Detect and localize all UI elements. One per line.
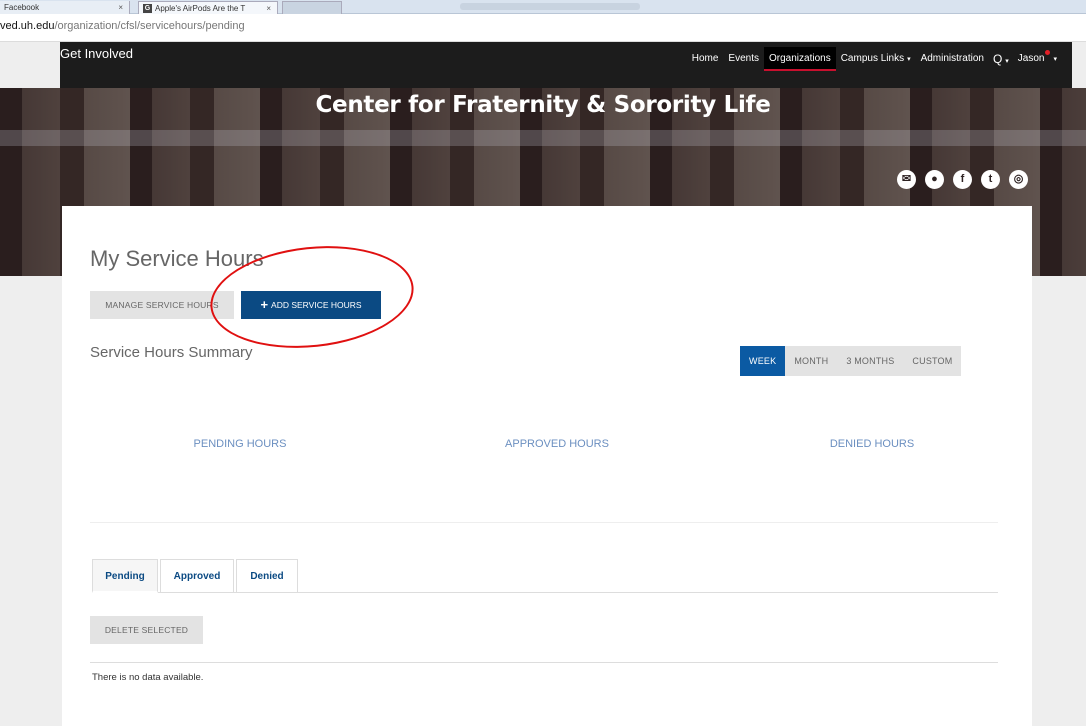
facebook-icon[interactable]: f: [953, 170, 972, 189]
chevron-down-icon: ▾: [907, 56, 911, 63]
chevron-down-icon: ▾: [1053, 56, 1057, 63]
notification-dot: [1045, 50, 1051, 55]
hero-texture: [0, 130, 1086, 146]
user-menu[interactable]: Jason ▾: [1013, 47, 1062, 71]
google-icon: G: [143, 4, 152, 14]
tab-label: Facebook: [4, 3, 40, 12]
globe-icon[interactable]: ●: [925, 170, 944, 189]
url-text[interactable]: ved.uh.edu/organization/cfsl/servicehour…: [0, 20, 245, 32]
table-divider: [90, 662, 998, 663]
blurred-title: [460, 3, 640, 10]
search-icon: Q: [992, 52, 1003, 66]
hero-title: Center for Fraternity & Sorority Life: [315, 92, 771, 118]
email-icon[interactable]: ✉: [897, 170, 916, 189]
add-service-hours-button[interactable]: + ADD SERVICE HOURS: [241, 291, 381, 319]
brand-link[interactable]: Get Involved: [60, 42, 133, 66]
chevron-down-icon: ▾: [1005, 58, 1009, 65]
range-custom[interactable]: CUSTOM: [903, 346, 961, 376]
browser-tab-facebook[interactable]: Facebook ×: [0, 1, 130, 14]
delete-selected-button[interactable]: DELETE SELECTED: [90, 616, 203, 644]
plus-icon: +: [260, 297, 269, 312]
status-tabs: Pending Approved Denied: [92, 559, 998, 593]
page-title: My Service Hours: [90, 246, 264, 271]
nav-home[interactable]: Home: [687, 47, 724, 71]
user-name: Jason: [1017, 53, 1045, 64]
nav-campus-links-label: Campus Links: [840, 53, 905, 64]
twitter-icon[interactable]: t: [981, 170, 1000, 189]
summary-title: Service Hours Summary: [90, 344, 253, 361]
manage-service-hours-button[interactable]: MANAGE SERVICE HOURS: [90, 291, 234, 319]
social-links: ✉ ● f t ◎: [897, 170, 1028, 189]
address-bar[interactable]: ved.uh.edu/organization/cfsl/servicehour…: [0, 14, 1086, 42]
browser-tab-apple[interactable]: G Apple's AirPods Are the T ×: [138, 1, 278, 14]
url-path: /organization/cfsl/servicehours/pending: [54, 20, 245, 32]
search-toggle[interactable]: Q ▾: [989, 47, 1013, 71]
close-icon[interactable]: ×: [118, 1, 123, 14]
range-week[interactable]: WEEK: [740, 346, 786, 376]
add-service-hours-label: ADD SERVICE HOURS: [271, 300, 362, 310]
empty-state-text: There is no data available.: [92, 672, 204, 683]
nav-links: Home Events Organizations Campus Links ▾ …: [687, 42, 1062, 76]
main-card: My Service Hours MANAGE SERVICE HOURS + A…: [62, 206, 1032, 726]
denied-hours-stat: DENIED HOURS: [829, 438, 915, 450]
nav-events[interactable]: Events: [723, 47, 764, 71]
nav-administration[interactable]: Administration: [916, 47, 989, 71]
divider: [90, 522, 998, 523]
tab-denied[interactable]: Denied: [236, 559, 298, 593]
tab-label: Apple's AirPods Are the T: [155, 4, 246, 13]
browser-tab-blank[interactable]: [282, 1, 342, 14]
url-domain: ved.uh.edu: [0, 20, 55, 32]
range-3-months[interactable]: 3 MONTHS: [837, 346, 903, 376]
range-month[interactable]: MONTH: [785, 346, 837, 376]
pending-hours-stat: PENDING HOURS: [193, 438, 287, 450]
nav-organizations[interactable]: Organizations: [764, 47, 836, 71]
site-navbar: Get Involved Home Events Organizations C…: [60, 42, 1072, 88]
tab-approved[interactable]: Approved: [160, 559, 234, 593]
nav-campus-links[interactable]: Campus Links ▾: [836, 47, 916, 71]
browser-tabstrip: Facebook × G Apple's AirPods Are the T ×: [0, 0, 1086, 14]
range-selector: WEEK MONTH 3 MONTHS CUSTOM: [740, 346, 962, 376]
tab-pending[interactable]: Pending: [92, 559, 158, 593]
approved-hours-stat: APPROVED HOURS: [505, 438, 609, 450]
instagram-icon[interactable]: ◎: [1009, 170, 1028, 189]
